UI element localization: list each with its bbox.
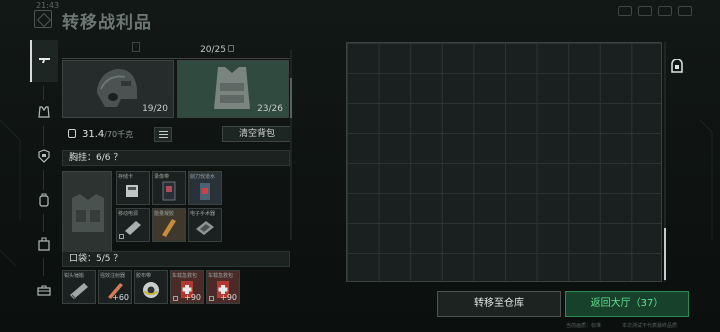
back-icon[interactable]	[34, 10, 52, 28]
page-title: 转移战利品	[62, 13, 152, 33]
item-label: 削刀伐道水	[190, 174, 216, 180]
backpack-icon	[39, 193, 49, 207]
item-pocket-5[interactable]: 车载急救包 +90	[206, 270, 240, 304]
weight-current: 31.4	[82, 129, 105, 140]
tape-roll-icon	[143, 282, 159, 298]
weight-row: 31.4/70千克 清空背包	[62, 125, 292, 143]
bottle-icon	[200, 183, 210, 200]
capacity-value: 20/25	[200, 45, 226, 55]
item-label: 移动电源	[118, 211, 139, 217]
item-count: +60	[112, 293, 129, 302]
power-bank-icon	[125, 221, 141, 235]
item-pocket-2[interactable]: 强效注射器 +60	[98, 270, 132, 304]
pockets-header: 口袋：5/5 ？	[62, 251, 290, 267]
gun-icon	[39, 58, 50, 63]
device-icon	[196, 221, 214, 235]
item-label: 存储卡	[118, 174, 134, 180]
signal-icon	[618, 6, 632, 16]
tab-weapons[interactable]	[30, 40, 58, 82]
tool-icon	[70, 283, 88, 300]
tab-container[interactable]	[32, 232, 56, 256]
tab-armor[interactable]	[32, 144, 56, 168]
item-label: 钳头锤搬	[64, 273, 85, 279]
wifi-icon	[678, 6, 692, 16]
memory-card-icon	[126, 185, 138, 197]
lock-icon	[228, 45, 234, 52]
item-electronic-device[interactable]: 电子手术器	[188, 208, 222, 242]
gel-pack-icon	[162, 219, 176, 237]
item-knife-oil[interactable]: 削刀伐道水	[188, 171, 222, 205]
inventory-scrollbar-thumb[interactable]	[290, 78, 292, 118]
clock: 21:43	[36, 1, 60, 10]
transfer-to-warehouse-button[interactable]: 转移至仓库	[437, 291, 561, 317]
loot-transfer-screen: 21:43 转移战利品 20/25 19/20 23/26 31.4/70千克 …	[0, 0, 720, 332]
return-to-lobby-button[interactable]: 返回大厅（37）	[565, 291, 689, 317]
tab-vest[interactable]	[32, 100, 56, 124]
test-disclaimer: 本次测试不代表最终品质	[622, 323, 678, 329]
category-sidebar	[30, 40, 58, 320]
mini-indicator-icon	[209, 296, 214, 301]
helmet-slot[interactable]: 19/20	[62, 60, 174, 118]
network-icon	[638, 6, 652, 16]
weight-value: 31.4/70千克	[82, 129, 133, 140]
capacity-row: 20/25	[62, 40, 292, 59]
item-memory-card[interactable]: 存储卡	[116, 171, 150, 205]
item-pocket-3[interactable]: 胶布带	[134, 270, 168, 304]
loot-scrollbar-thumb[interactable]	[664, 228, 666, 280]
item-pocket-1[interactable]: 钳头锤搬	[62, 270, 96, 304]
item-power-bank[interactable]: 移动电源	[116, 208, 150, 242]
vest-slot[interactable]: 23/26	[177, 60, 289, 118]
clear-backpack-button[interactable]: 清空背包	[222, 126, 292, 142]
videotape-icon	[162, 181, 176, 201]
player-inventory-panel: 20/25 19/20 23/26 31.4/70千克 清空背包 胸挂：6/6 …	[60, 40, 294, 318]
container-icon	[671, 59, 683, 73]
mini-indicator-icon	[173, 296, 178, 301]
chest-rig-icon	[72, 194, 104, 232]
armor-icon	[38, 149, 50, 163]
vest-durability: 23/26	[257, 104, 283, 114]
item-count: +90	[184, 293, 201, 302]
vest-icon	[38, 106, 50, 118]
item-label: 录像带	[154, 174, 170, 180]
item-label: 车载急救包	[208, 273, 234, 279]
toolbox-icon	[37, 285, 51, 296]
item-label: 车载急救包	[172, 273, 198, 279]
armor-vest-icon	[214, 67, 250, 109]
tab-toolbox[interactable]	[32, 278, 56, 302]
item-label: 能量凝胶	[154, 211, 175, 217]
status-icons	[618, 6, 708, 18]
tab-backpack[interactable]	[32, 188, 56, 212]
chest-rig-header: 胸挂：6/6 ？	[62, 150, 290, 166]
case-icon	[38, 237, 50, 251]
item-videotape[interactable]: 录像带	[152, 171, 186, 205]
weight-lock-icon	[68, 129, 76, 138]
item-energy-gel[interactable]: 能量凝胶	[152, 208, 186, 242]
loot-grid[interactable]	[346, 42, 662, 282]
helmet-durability: 19/20	[142, 104, 168, 114]
mini-indicator-icon	[119, 234, 124, 239]
chest-rig-slot[interactable]	[62, 171, 112, 259]
slot-indicator	[132, 42, 140, 52]
item-pocket-4[interactable]: 车载急救包 +90	[170, 270, 204, 304]
helmet-icon	[97, 69, 137, 107]
top-bar: 21:43 转移战利品	[0, 0, 720, 36]
weight-limit: /70千克	[104, 130, 134, 139]
item-label: 强效注射器	[100, 273, 126, 279]
battery-icon	[658, 6, 672, 16]
graphics-quality-note: 当前画质：标准	[566, 323, 602, 329]
tab-loot-container[interactable]	[668, 56, 686, 76]
item-count: +90	[220, 293, 237, 302]
sort-list-button[interactable]	[154, 127, 172, 142]
item-label: 电子手术器	[190, 211, 216, 217]
item-label: 胶布带	[136, 273, 152, 279]
